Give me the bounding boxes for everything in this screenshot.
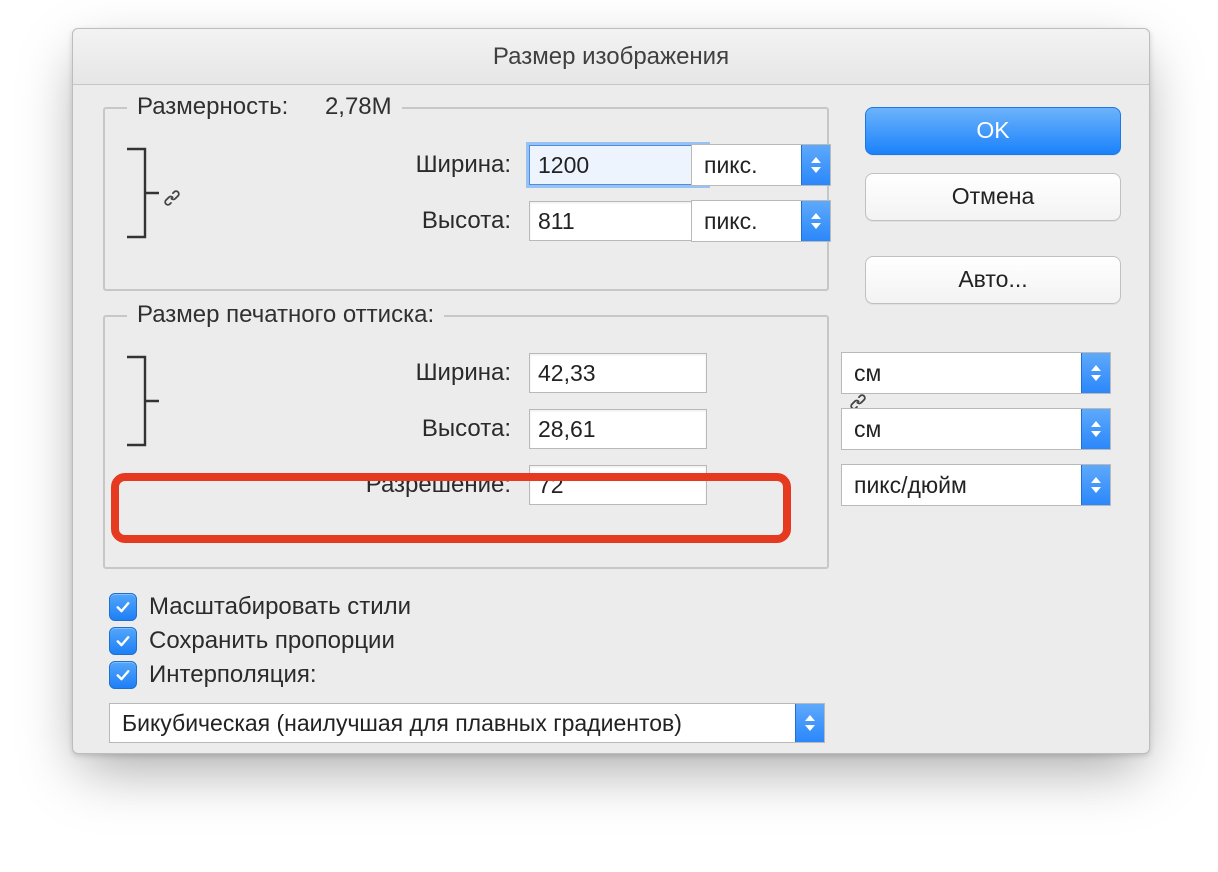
- px-width-input[interactable]: 1200: [529, 145, 707, 185]
- resolution-label: Разрешение:: [337, 471, 517, 499]
- pixel-dimensions-legend-label: Размерность:: [137, 93, 288, 120]
- doc-width-unit-select[interactable]: см: [841, 352, 1111, 394]
- auto-button[interactable]: Авто...: [865, 256, 1121, 304]
- link-bracket: [125, 355, 325, 447]
- px-height-unit-value: пикс.: [704, 208, 758, 235]
- pixel-dimensions-group: Размерность: 2,78M Ширина: 1200 пикс.: [103, 107, 829, 291]
- doc-height-unit-select[interactable]: см: [841, 408, 1111, 450]
- px-height-label: Высота:: [337, 207, 517, 235]
- chain-link-icon: [159, 185, 185, 211]
- doc-height-unit-value: см: [854, 416, 881, 443]
- dialog-button-column: OK Отмена Авто...: [865, 107, 1119, 339]
- image-size-dialog: Размер изображения OK Отмена Авто... Раз…: [72, 28, 1150, 754]
- pixel-dimensions-legend: Размерность: 2,78M: [127, 93, 402, 121]
- doc-height-input[interactable]: 28,61: [529, 409, 707, 449]
- resample-method-select[interactable]: Бикубическая (наилучшая для плавных град…: [109, 703, 825, 743]
- px-width-unit-select[interactable]: пикс.: [691, 144, 831, 186]
- constrain-proportions-option[interactable]: Сохранить пропорции: [109, 627, 1119, 655]
- updown-arrows-icon: [1081, 353, 1110, 393]
- dialog-title: Размер изображения: [73, 29, 1149, 85]
- resample-label: Интерполяция:: [149, 661, 317, 689]
- checkbox-checked-icon: [109, 661, 137, 689]
- px-width-label: Ширина:: [337, 151, 517, 179]
- scale-styles-label: Масштабировать стили: [149, 593, 411, 621]
- doc-width-unit-value: см: [854, 360, 881, 387]
- checkbox-checked-icon: [109, 627, 137, 655]
- px-width-unit-value: пикс.: [704, 152, 758, 179]
- ok-button[interactable]: OK: [865, 107, 1121, 155]
- resolution-unit-value: пикс/дюйм: [854, 472, 967, 499]
- updown-arrows-icon: [1081, 409, 1110, 449]
- doc-height-label: Высота:: [337, 415, 517, 443]
- constrain-proportions-label: Сохранить пропорции: [149, 627, 395, 655]
- print-size-group: Размер печатного оттиска: Ширина: 42,33 …: [103, 315, 829, 569]
- link-bracket: [125, 147, 325, 239]
- updown-arrows-icon: [795, 704, 824, 742]
- cancel-button[interactable]: Отмена: [865, 173, 1121, 221]
- pixel-dimensions-size-value: 2,78M: [325, 93, 392, 120]
- checkbox-checked-icon: [109, 593, 137, 621]
- resolution-unit-select[interactable]: пикс/дюйм: [841, 464, 1111, 506]
- doc-width-label: Ширина:: [337, 359, 517, 387]
- print-size-legend: Размер печатного оттиска:: [127, 301, 444, 329]
- updown-arrows-icon: [801, 145, 830, 185]
- resolution-input[interactable]: 72: [529, 465, 707, 505]
- doc-width-input[interactable]: 42,33: [529, 353, 707, 393]
- scale-styles-option[interactable]: Масштабировать стили: [109, 593, 1119, 621]
- px-height-unit-select[interactable]: пикс.: [691, 200, 831, 242]
- updown-arrows-icon: [1081, 465, 1110, 505]
- updown-arrows-icon: [801, 201, 830, 241]
- resample-method-value: Бикубическая (наилучшая для плавных град…: [122, 710, 682, 737]
- resample-option[interactable]: Интерполяция:: [109, 661, 1119, 689]
- px-height-input[interactable]: 811: [529, 201, 707, 241]
